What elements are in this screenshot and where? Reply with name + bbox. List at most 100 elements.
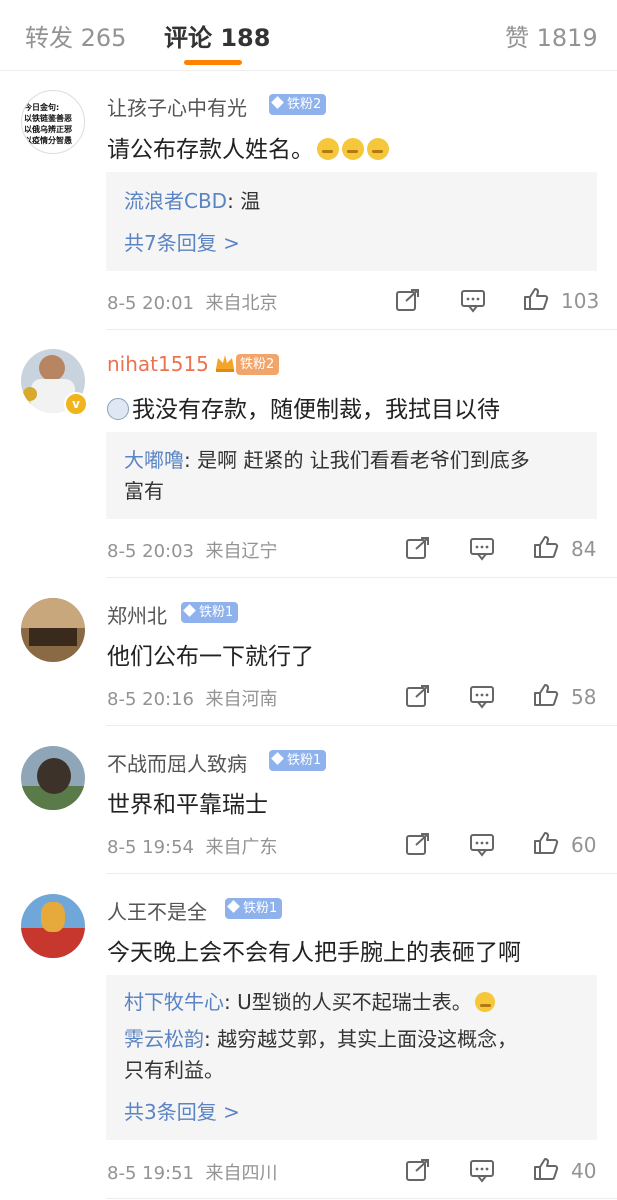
reply-item: 霁云松韵: 越穷越艾郭，其实上面没这概念， 只有利益。 [124,1024,583,1086]
fan-badge: 铁粉2 [269,94,327,115]
divider [106,873,617,874]
share-icon[interactable] [405,832,431,856]
comment-text: 请公布存款人姓名。 [107,130,389,164]
crying-face-emoji-icon [107,398,129,420]
comment-location: 来自广东 [205,837,278,858]
fan-badge-label: 铁粉2 [287,97,322,112]
comment-username[interactable]: 郑州北 [107,600,167,629]
divider [106,725,617,726]
divider [106,1198,617,1199]
comment-icon[interactable] [460,289,486,313]
like-count: 58 [571,685,597,709]
tab-comments[interactable]: 评论 188 [164,18,270,53]
comment-username[interactable]: 让孩子心中有光 [107,92,247,121]
avatar[interactable] [21,746,85,810]
comment-tab-bar: 转发 265 评论 188 赞 1819 [0,0,617,71]
comment-meta: 8-5 19:51 来自四川 [107,1159,277,1185]
comment-time: 8-5 20:01 [107,293,194,314]
fan-badge-label: 铁粉1 [243,901,278,916]
tab-likes[interactable]: 赞 1819 [505,18,598,53]
avatar-text-line: 今日金句: [24,103,60,112]
fan-badge: 铁粉1 [225,898,283,919]
comment-meta: 8-5 20:16 来自河南 [107,685,277,711]
thumbs-up-icon[interactable] [533,683,559,707]
divider [106,329,617,330]
diamond-icon [183,604,196,617]
share-icon[interactable] [405,536,431,560]
avatar-text-line: 以铁链鉴善恶 [24,114,72,123]
comment-username[interactable]: 不战而屈人致病 [107,748,247,777]
avatar[interactable]: 今日金句: 以铁链鉴善恶 以俄乌辨正邪 以疫情分智愚 [21,90,85,154]
avatar-text-line: 以俄乌辨正邪 [24,125,72,134]
share-icon[interactable] [395,288,421,312]
reply-item: 流浪者CBD: 温 [124,186,583,217]
comment-text: 今天晚上会不会有人把手腕上的表砸了啊 [107,940,521,966]
comment-location: 来自四川 [205,1163,278,1184]
comment-icon[interactable] [469,537,495,561]
avatar-text-line: 以疫情分智愚 [24,136,72,145]
reply-text-continued: 富有 [124,479,164,503]
like-count: 60 [571,833,597,857]
fan-badge: 铁粉1 [181,602,239,623]
comment-location: 来自辽宁 [205,541,278,562]
avatar[interactable] [21,598,85,662]
reply-box[interactable]: 村下牧牛心: U型锁的人买不起瑞士表。 霁云松韵: 越穷越艾郭，其实上面没这概念… [106,975,597,1140]
thumbs-up-icon[interactable] [533,1157,559,1181]
reply-box[interactable]: 流浪者CBD: 温 共7条回复 > [106,172,597,271]
avatar[interactable] [21,894,85,958]
shush-emoji-icon [367,138,389,160]
crown-icon [216,355,234,372]
diamond-icon [271,96,284,109]
reply-text: : U型锁的人买不起瑞士表。 [224,990,472,1014]
fan-badge-label: 铁粉2 [240,357,275,372]
more-replies-link[interactable]: 共7条回复 > [124,227,240,256]
tab-repost[interactable]: 转发 265 [25,18,126,53]
share-icon[interactable] [405,1158,431,1182]
like-count: 84 [571,537,597,561]
active-tab-indicator [184,60,242,65]
comment-text: 他们公布一下就行了 [107,644,314,670]
verified-icon: v [64,392,88,416]
comment-icon[interactable] [469,833,495,857]
fan-badge-label: 铁粉1 [199,605,234,620]
reply-text: : 是啊 赶紧的 让我们看看老爷们到底多 [184,448,530,472]
divider [106,577,617,578]
reply-username[interactable]: 村下牧牛心 [124,990,224,1014]
thumbs-up-icon[interactable] [533,535,559,559]
comment-text-content: 请公布存款人姓名。 [107,137,314,163]
comment-icon[interactable] [469,1159,495,1183]
comment-meta: 8-5 20:03 来自辽宁 [107,537,277,563]
comment-time: 8-5 19:51 [107,1163,194,1184]
reply-box[interactable]: 大嘟噜: 是啊 赶紧的 让我们看看老爷们到底多 富有 [106,432,597,519]
fan-badge: 铁粉2 [236,354,280,375]
shush-emoji-icon [317,138,339,160]
comment-time: 8-5 20:03 [107,541,194,562]
comment-text-content: 我没有存款，随便制裁，我拭目以待 [132,397,500,423]
comment-text: 我没有存款，随便制裁，我拭目以待 [107,390,500,424]
like-count: 103 [561,289,600,313]
fan-badge: 铁粉1 [269,750,327,771]
shush-emoji-icon [342,138,364,160]
comment-meta: 8-5 20:01 来自北京 [107,289,277,315]
reply-text: : 温 [227,189,261,213]
like-count: 40 [571,1159,597,1183]
reply-username[interactable]: 流浪者CBD [124,189,227,213]
diamond-icon [227,900,240,913]
comment-time: 8-5 19:54 [107,837,194,858]
reply-username[interactable]: 大嘟噜 [124,448,184,472]
comment-location: 来自北京 [205,293,278,314]
comment-username[interactable]: 人王不是全 [107,896,207,925]
share-icon[interactable] [405,684,431,708]
comment-username[interactable]: nihat1515 [107,352,209,376]
comment-meta: 8-5 19:54 来自广东 [107,833,277,859]
reply-item: 村下牧牛心: U型锁的人买不起瑞士表。 [124,987,583,1018]
thumbs-up-icon[interactable] [533,831,559,855]
reply-item: 大嘟噜: 是啊 赶紧的 让我们看看老爷们到底多 富有 [124,445,583,507]
fan-badge-label: 铁粉1 [287,753,322,768]
comment-time: 8-5 20:16 [107,689,194,710]
reply-username[interactable]: 霁云松韵 [124,1027,204,1051]
thumbs-up-icon[interactable] [523,287,549,311]
more-replies-link[interactable]: 共3条回复 > [124,1096,240,1125]
comment-location: 来自河南 [205,689,278,710]
comment-icon[interactable] [469,685,495,709]
